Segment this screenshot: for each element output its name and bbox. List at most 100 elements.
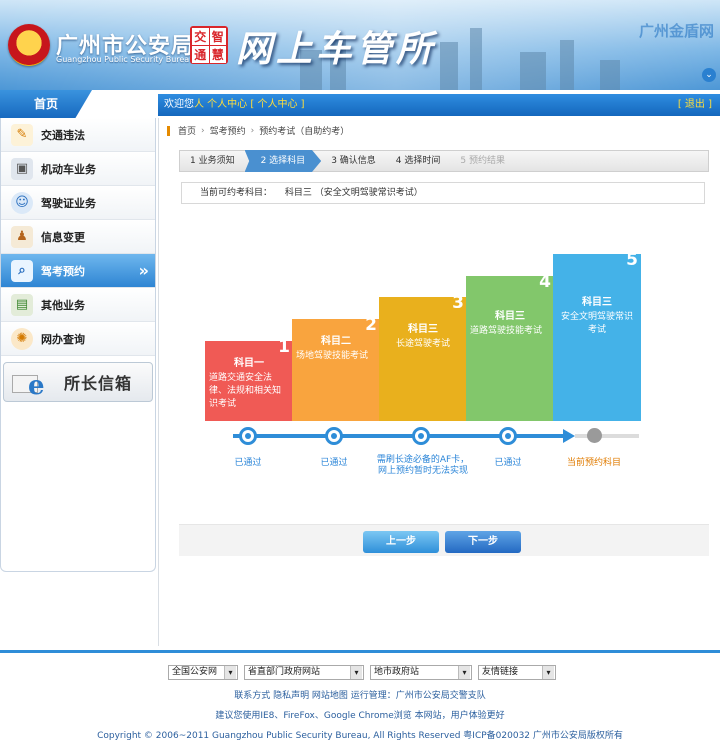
footer-copyright: Copyright © 2006~2011 Guangzhou Public S… (97, 731, 623, 741)
chevron-right-icon: › (250, 125, 255, 136)
step-navigation: 上一步 下一步 (179, 524, 709, 556)
welcome-bar: 欢迎您人 个人中心 [ 个人中心 ] [ 退出 ] (158, 94, 720, 116)
select-friend-links[interactable]: 友情链接 (478, 665, 556, 680)
chevron-down-circle-icon[interactable]: ⌄ (702, 68, 716, 82)
stair-number: 3 (452, 293, 464, 313)
sidebar-item-license-business[interactable]: ☺ 驾驶证业务 (1, 186, 155, 220)
smart-traffic-logo: 交 智 通 慧 (190, 26, 228, 64)
stair-subject-1: 1 科目一 道路交通安全法律、法规和相关知识考试 (205, 337, 293, 421)
pencil-note-icon: ✎ (11, 123, 33, 146)
timeline-dot-done (239, 427, 257, 445)
sidebar-item-online-query[interactable]: ✺ 网办查询 (1, 322, 155, 356)
stair-desc: 长途驾驶考试 (395, 339, 450, 349)
compass-icon: ✺ (11, 327, 33, 350)
timeline-dot-done (325, 427, 343, 445)
breadcrumb-current: 预约考试（自助约考） (259, 127, 350, 137)
breadcrumb-home[interactable]: 首页 (178, 124, 196, 137)
portal-name[interactable]: 广州金盾网 (639, 20, 714, 41)
stair-desc: 道路驾驶技能考试 (470, 326, 543, 336)
sidebar-item-label: 驾驶证业务 (41, 196, 96, 210)
select-provincial-sites[interactable]: 省直部门政府网站 (244, 665, 364, 680)
status-passed: 已通过 (320, 458, 348, 468)
stair-desc: 道路交通安全法律、法规和相关知识考试 (209, 373, 282, 409)
status-passed: 已通过 (234, 458, 262, 468)
timeline-arrow-icon (563, 429, 575, 443)
stair-number: 4 (539, 272, 551, 292)
subject-value: 科目三 （安全文明驾驶常识考试） (284, 188, 423, 198)
sidebar-item-exam-booking[interactable]: ⌕ 驾考预约 (1, 254, 155, 288)
stair-title: 科目二 (321, 336, 351, 347)
sidebar-item-label: 交通违法 (41, 128, 85, 142)
sidebar-item-other-business[interactable]: ▤ 其他业务 (1, 288, 155, 322)
director-mailbox-button[interactable]: e 所长信箱 (3, 362, 153, 402)
stamp-char: 慧 (209, 46, 226, 63)
stair-title: 科目三 (582, 297, 612, 308)
sidebar-item-label: 驾考预约 (41, 264, 85, 278)
stair-subject-3-road: 4 科目三 道路驾驶技能考试 (466, 272, 554, 421)
sidebar: ✎ 交通违法 ▣ 机动车业务 ☺ 驾驶证业务 ♟ 信息变更 ⌕ 驾考预约 ▤ 其… (0, 118, 156, 572)
stair-desc: 安全文明驾驶常识考试 (560, 312, 633, 335)
select-national-police[interactable]: 全国公安网 (168, 665, 238, 680)
police-emblem-icon (8, 24, 50, 66)
stair-title: 科目一 (234, 358, 264, 369)
city-building (440, 42, 458, 90)
sidebar-item-label: 机动车业务 (41, 162, 96, 176)
step-business-notice: 1 业务须知 (190, 156, 235, 166)
stair-title: 科目三 (495, 311, 525, 322)
site-header: 广州市公安局 Guangzhou Public Security Bureau … (0, 0, 720, 90)
sidebar-item-traffic-violation[interactable]: ✎ 交通违法 (1, 118, 155, 152)
breadcrumb: 首页 › 驾考预约 › 预约考试（自助约考） (167, 124, 349, 137)
subject-label: 当前可约考科目： (200, 188, 273, 198)
select-city-sites[interactable]: 地市政府站 (370, 665, 472, 680)
step-select-time: 4 选择时间 (395, 156, 441, 166)
city-building (470, 28, 482, 90)
sidebar-item-label: 其他业务 (41, 298, 85, 312)
prev-step-button[interactable]: 上一步 (363, 531, 439, 553)
breadcrumb-exam-booking[interactable]: 驾考预约 (210, 124, 246, 137)
logout-link[interactable]: [ 退出 ] (678, 94, 712, 116)
stair-desc: 场地驾驶技能考试 (296, 351, 369, 361)
timeline-dot-current (587, 428, 602, 443)
sidebar-item-info-change[interactable]: ♟ 信息变更 (1, 220, 155, 254)
footer-links[interactable]: 联系方式 隐私声明 网站地图 运行管理：广州市公安局交警支队 (0, 688, 720, 701)
sidebar-item-label: 信息变更 (41, 230, 85, 244)
city-building (560, 40, 574, 90)
step-confirm-info: 3 确认信息 (331, 156, 376, 166)
site-title: 网上车管所 (236, 28, 437, 70)
email-e-icon: e (10, 365, 50, 401)
welcome-text: 欢迎您 (164, 99, 194, 110)
status-passed: 已通过 (494, 458, 522, 468)
step-select-subject: 2 选择科目 (244, 150, 322, 172)
stair-number: 2 (365, 315, 377, 335)
magnifier-icon: ⌕ (11, 259, 33, 282)
stair-subject-2: 2 科目二 场地驾驶技能考试 (292, 315, 380, 421)
user-center-link[interactable]: [ 个人中心 ] (250, 99, 304, 110)
user-center-name[interactable]: 人 个人中心 (194, 99, 247, 110)
person-change-icon: ♟ (11, 225, 33, 248)
chevron-right-icon: › (201, 125, 205, 136)
stair-number: 1 (278, 337, 290, 357)
stamp-char: 通 (192, 46, 209, 63)
step-booking-result: 5 预约结果 (460, 156, 505, 166)
timeline-remaining-line (575, 434, 639, 438)
stair-subject-3-safety: 5 科目三 安全文明驾驶常识考试 (553, 252, 641, 421)
city-building (600, 60, 620, 90)
city-building (520, 52, 546, 90)
next-step-button[interactable]: 下一步 (445, 531, 521, 553)
timeline-dot-done (499, 427, 517, 445)
home-tab[interactable]: 首页 (0, 90, 92, 118)
driver-avatar-icon: ☺ (11, 191, 33, 214)
stamp-char: 交 (192, 28, 209, 45)
status-current-subject: 当前预约科目 (566, 458, 621, 468)
status-af-card-note: 需刷长途必备的AF卡，网上预约暂时无法实现 (376, 455, 470, 476)
footer-divider (0, 650, 720, 653)
bureau-name-en: Guangzhou Public Security Bureau (56, 55, 195, 64)
available-subject-box: 当前可约考科目： 科目三 （安全文明驾驶常识考试） (181, 182, 705, 204)
footer-link-selects: 全国公安网 省直部门政府网站 地市政府站 友情链接 (168, 665, 556, 680)
step-progress: 1 业务须知 2 选择科目 3 确认信息 4 选择时间 5 预约结果 (179, 150, 709, 172)
breadcrumb-marker (167, 125, 170, 136)
mailbox-label: 所长信箱 (64, 374, 133, 393)
sidebar-item-vehicle-business[interactable]: ▣ 机动车业务 (1, 152, 155, 186)
timeline-dot-done (412, 427, 430, 445)
footer-browser-tip: 建议您使用IE8、FireFox、Google Chrome浏览 本网站，用户体… (215, 711, 505, 721)
